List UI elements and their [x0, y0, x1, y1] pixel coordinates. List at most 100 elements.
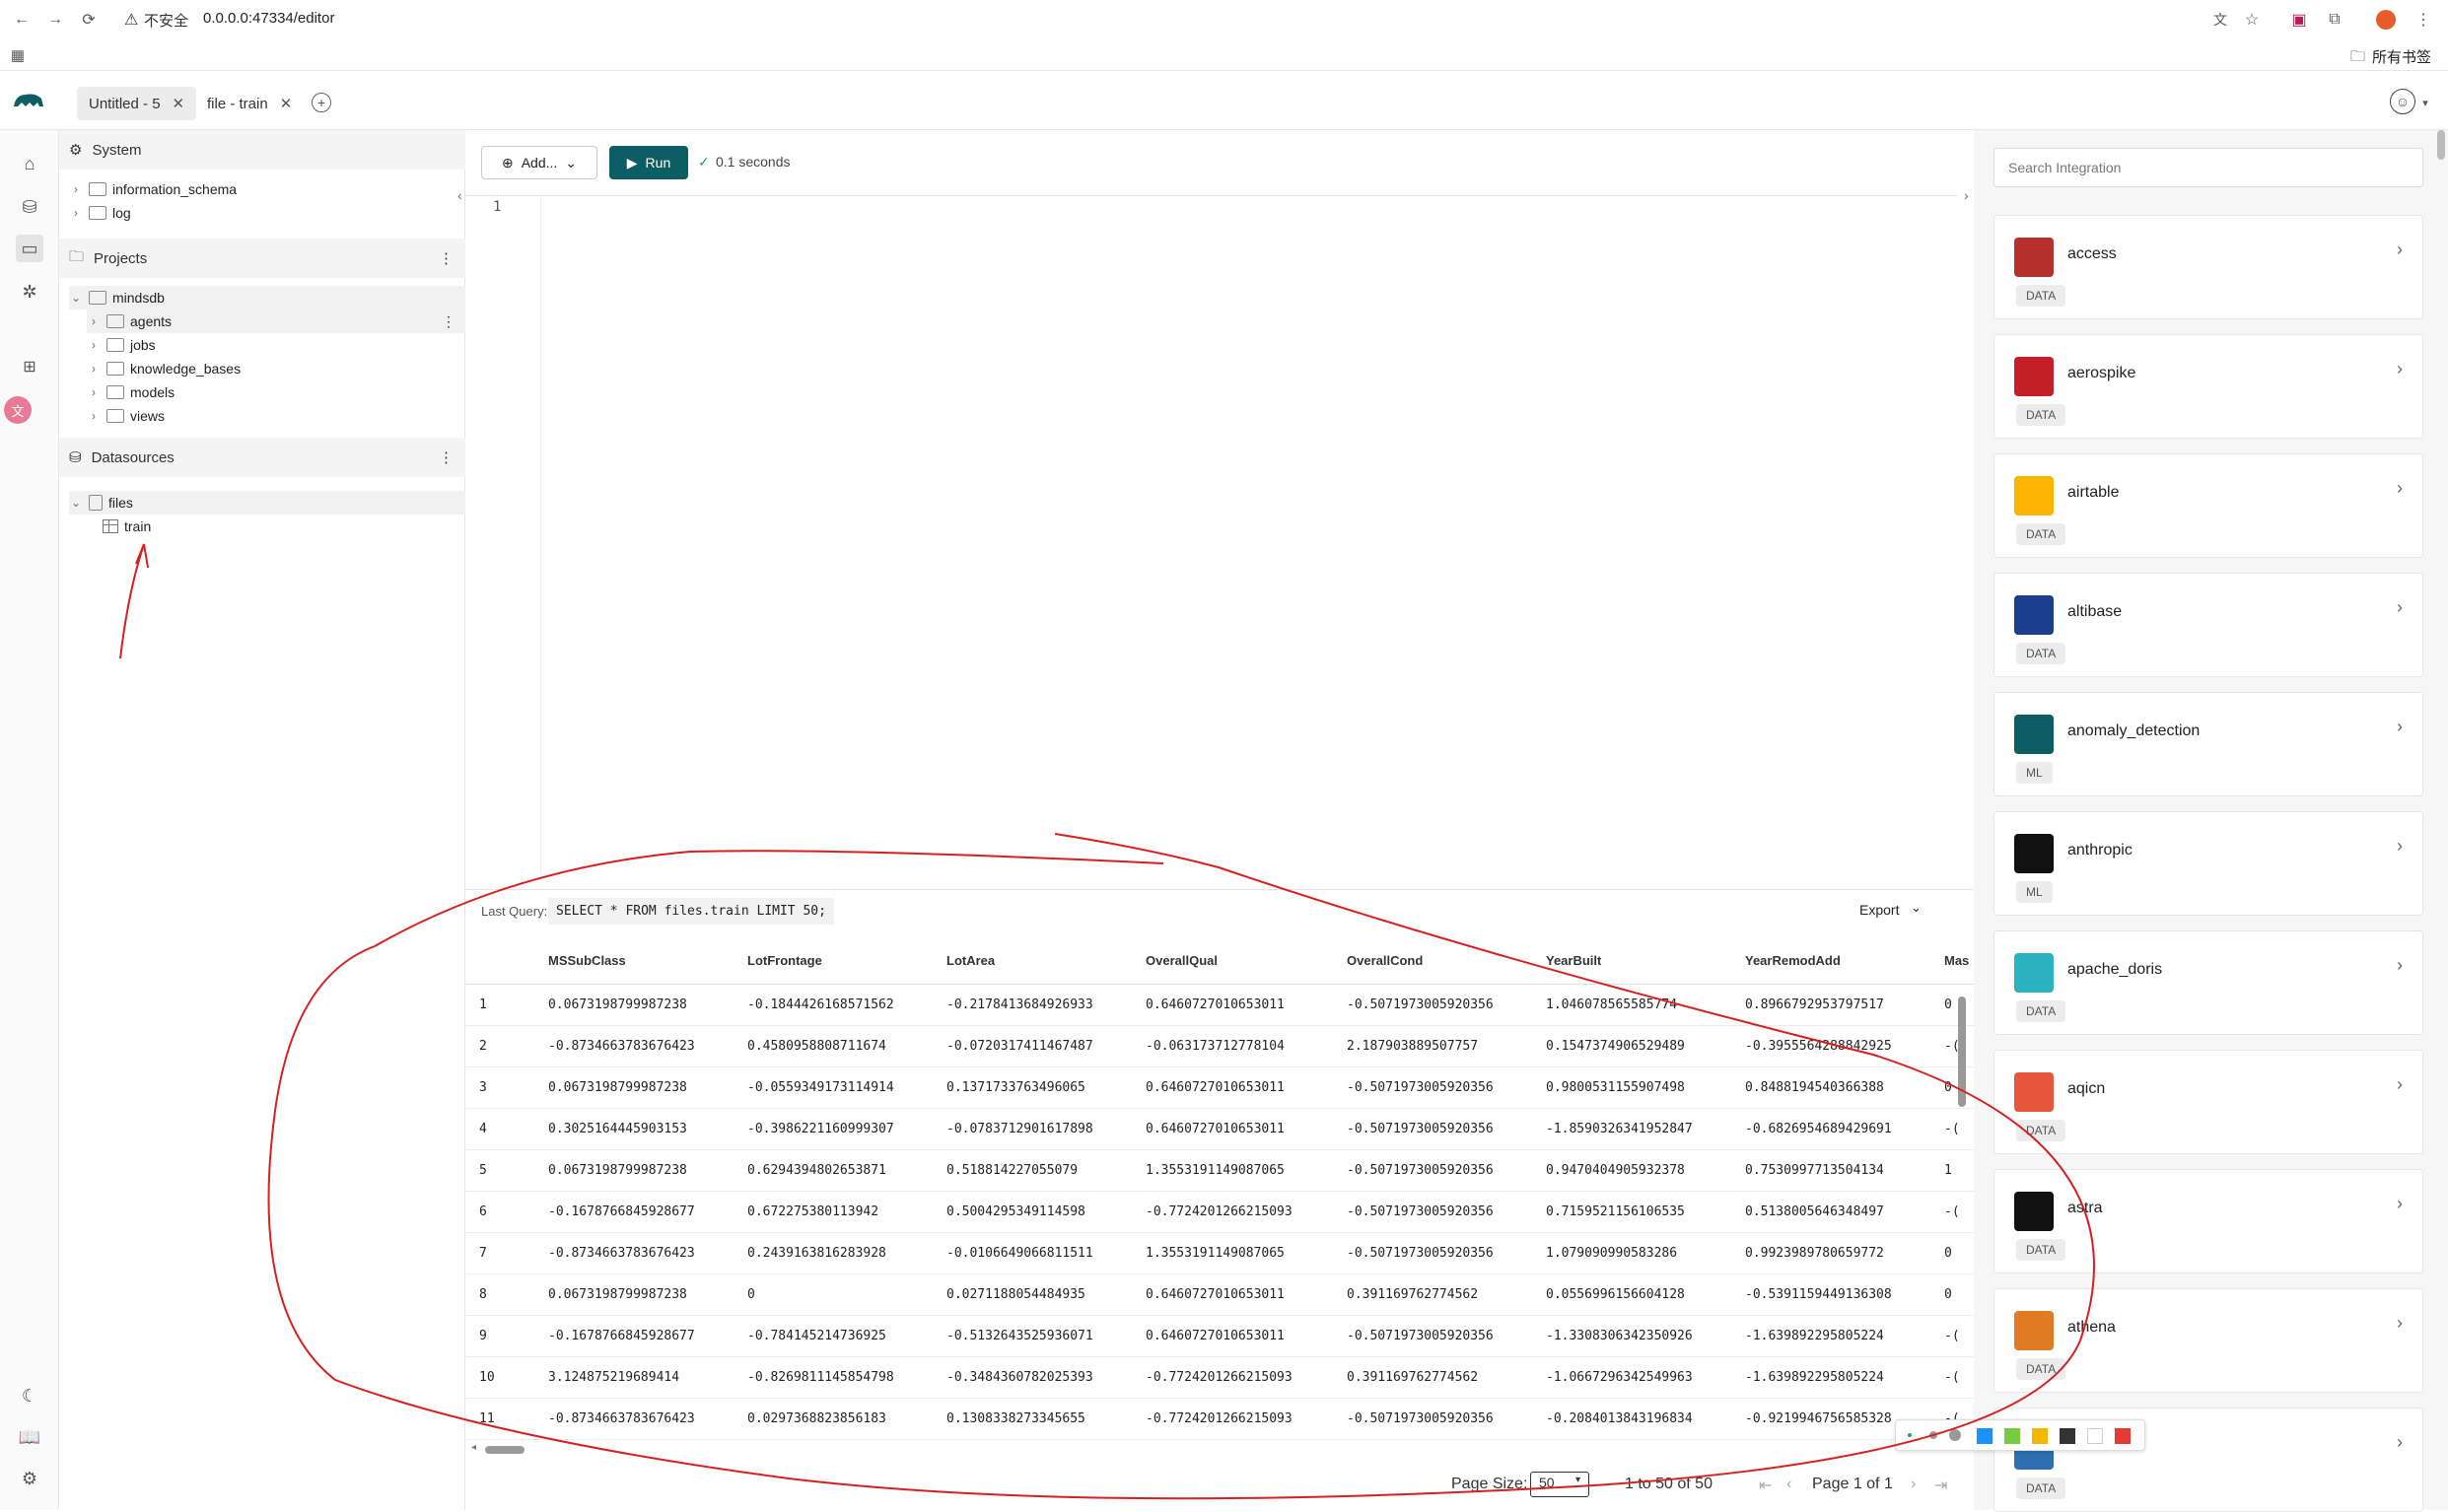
chevron-right-icon[interactable]: ›	[2397, 597, 2403, 618]
table-row[interactable]: 9 -0.1678766845928677 -0.784145214736925 -0…	[465, 1316, 1974, 1357]
table-row[interactable]: 5 0.0673198799987238 0.6294394802653871 0.5…	[465, 1150, 1974, 1192]
integration-card[interactable]: aqicn DATA ›	[1993, 1050, 2423, 1154]
column-header[interactable]: OverallQual	[1146, 937, 1218, 984]
color-swatch-yellow[interactable]	[2032, 1428, 2048, 1444]
datasources-header[interactable]: ⛁ Datasources ⋮	[59, 438, 465, 477]
table-row[interactable]: 7 -0.8734663783676423 0.2439163816283928 -0…	[465, 1233, 1974, 1274]
chevron-right-icon[interactable]: ›	[2397, 1432, 2403, 1453]
integration-card[interactable]: apache_doris DATA ›	[1993, 930, 2423, 1035]
translate-icon[interactable]: 文	[2208, 8, 2232, 32]
table-row[interactable]: 2 -0.8734663783676423 0.4580958808711674 -0…	[465, 1026, 1974, 1067]
extension-icon[interactable]: ▣	[2287, 8, 2311, 32]
add-tab-icon[interactable]: +	[312, 93, 331, 112]
projects-header[interactable]: 🗀 Projects ⋮	[59, 239, 465, 278]
integration-card[interactable]: anthropic ML ›	[1993, 811, 2423, 916]
tree-item-knowledge-bases[interactable]: › knowledge_bases	[87, 357, 241, 380]
tree-item-jobs[interactable]: › jobs	[87, 333, 156, 357]
next-page-icon[interactable]: ›	[1911, 1476, 1916, 1493]
color-swatch-red[interactable]	[2115, 1428, 2131, 1444]
moon-icon[interactable]: ☾	[16, 1382, 43, 1409]
horizontal-scrollbar[interactable]: ◂	[471, 1442, 1960, 1456]
address-bar[interactable]: 0.0.0.0:47334/editor	[203, 10, 334, 27]
tab-untitled-5[interactable]: Untitled - 5 ✕	[77, 87, 197, 120]
editor-icon[interactable]: ▭	[16, 235, 43, 262]
database-icon[interactable]: ⛁	[16, 193, 43, 221]
column-header[interactable]: YearRemodAdd	[1745, 937, 1841, 984]
tree-item-train[interactable]: train	[103, 515, 151, 538]
chevron-down-icon[interactable]: ▾	[2417, 93, 2433, 112]
run-button[interactable]: ▶ Run	[609, 146, 688, 179]
chevron-down-icon[interactable]: ⌄	[69, 496, 83, 510]
prev-page-icon[interactable]: ‹	[1786, 1476, 1791, 1493]
profile-avatar[interactable]	[2376, 10, 2396, 30]
chevron-right-icon[interactable]: ›	[2397, 478, 2403, 499]
chevron-right-icon[interactable]: ›	[2397, 240, 2403, 260]
column-header[interactable]: MSSubClass	[548, 937, 626, 984]
column-header[interactable]: LotArea	[946, 937, 995, 984]
tab-file-train[interactable]: file - train ✕	[195, 87, 304, 120]
table-row[interactable]: 11 -0.8734663783676423 0.0297368823856183 0…	[465, 1399, 1974, 1440]
chevron-right-icon[interactable]: ›	[2397, 1194, 2403, 1214]
chevron-right-icon[interactable]: ›	[2397, 955, 2403, 976]
tree-item-information-schema[interactable]: › information_schema	[69, 177, 237, 201]
chevron-right-icon[interactable]: ›	[2397, 717, 2403, 737]
table-row[interactable]: 6 -0.1678766845928677 0.672275380113942 0.5…	[465, 1192, 1974, 1233]
vertical-scrollbar[interactable]	[2437, 130, 2445, 160]
menu-icon[interactable]: ⋮	[2412, 8, 2435, 32]
translate-extension-icon[interactable]: 文	[4, 396, 32, 424]
tree-item-agents[interactable]: › agents ⋮	[87, 309, 465, 333]
integration-card[interactable]: aerospike DATA ›	[1993, 334, 2423, 439]
chevron-right-icon[interactable]: ›	[87, 409, 101, 423]
system-header[interactable]: ⚙ System	[59, 130, 465, 170]
puzzle-icon[interactable]: ⧉	[2323, 8, 2346, 32]
close-icon[interactable]: ✕	[280, 95, 293, 112]
apps-icon[interactable]: ▦	[8, 45, 28, 65]
all-bookmarks[interactable]: 所有书签	[2372, 46, 2431, 67]
tree-item-files[interactable]: ⌄ files	[69, 491, 465, 515]
first-page-icon[interactable]: ⇤	[1759, 1476, 1772, 1495]
last-page-icon[interactable]: ⇥	[1934, 1476, 1947, 1495]
integration-search-input[interactable]: Search Integration	[1993, 148, 2423, 187]
chevron-right-icon[interactable]: ›	[87, 314, 101, 328]
add-button[interactable]: ⊕ Add... ⌄	[481, 146, 597, 179]
expand-panel-icon[interactable]: ›	[1964, 187, 1969, 203]
chevron-down-icon[interactable]: ⌄	[1911, 900, 1922, 916]
chevron-right-icon[interactable]: ›	[69, 182, 83, 196]
star-icon[interactable]: ☆	[2240, 8, 2264, 32]
chevron-right-icon[interactable]: ›	[87, 385, 101, 399]
integrations-icon[interactable]: ✲	[16, 278, 43, 306]
color-swatch-blue[interactable]	[1977, 1428, 1993, 1444]
more-icon[interactable]: ⋮	[439, 249, 454, 267]
table-row[interactable]: 4 0.3025164445903153 -0.3986221160999307 -0…	[465, 1109, 1974, 1150]
reload-icon[interactable]: ⟳	[77, 8, 101, 32]
chevron-right-icon[interactable]: ›	[2397, 836, 2403, 857]
chevron-right-icon[interactable]: ›	[2397, 1074, 2403, 1095]
gear-icon[interactable]: ⚙	[16, 1465, 43, 1492]
integration-card[interactable]: athena DATA ›	[1993, 1288, 2423, 1393]
chevron-right-icon[interactable]: ›	[87, 362, 101, 376]
home-icon[interactable]: ⌂	[16, 150, 43, 177]
forward-icon[interactable]: →	[43, 8, 67, 32]
collapse-sidebar-icon[interactable]: ‹	[457, 187, 462, 203]
code-input[interactable]	[540, 197, 1960, 877]
user-icon[interactable]: ☺	[2390, 89, 2415, 114]
page-size-select[interactable]: 50 ▾	[1530, 1472, 1589, 1497]
chevron-right-icon[interactable]: ›	[2397, 359, 2403, 379]
chevron-right-icon[interactable]: ›	[69, 206, 83, 220]
chevron-down-icon[interactable]: ⌄	[69, 291, 83, 305]
tree-item-models[interactable]: › models	[87, 380, 175, 404]
integration-card[interactable]: anomaly_detection ML ›	[1993, 692, 2423, 796]
vertical-scrollbar[interactable]	[1958, 997, 1966, 1107]
pen-size-medium[interactable]	[1929, 1431, 1937, 1439]
book-icon[interactable]: 📖	[16, 1423, 43, 1451]
tree-item-views[interactable]: › views	[87, 404, 165, 428]
column-header[interactable]: OverallCond	[1347, 937, 1423, 984]
table-row[interactable]: 8 0.0673198799987238 0 0.0271188054484935 0.…	[465, 1274, 1974, 1316]
column-header[interactable]: Mas	[1944, 937, 1974, 984]
integration-card[interactable]: airtable DATA ›	[1993, 453, 2423, 558]
table-row[interactable]: 3 0.0673198799987238 -0.0559349173114914 0.…	[465, 1067, 1974, 1109]
pen-size-small[interactable]	[1908, 1433, 1912, 1437]
chevron-right-icon[interactable]: ›	[2397, 1313, 2403, 1334]
integration-card[interactable]: astra DATA ›	[1993, 1169, 2423, 1273]
table-row[interactable]: 1 0.0673198799987238 -0.1844426168571562 -0…	[465, 985, 1974, 1026]
